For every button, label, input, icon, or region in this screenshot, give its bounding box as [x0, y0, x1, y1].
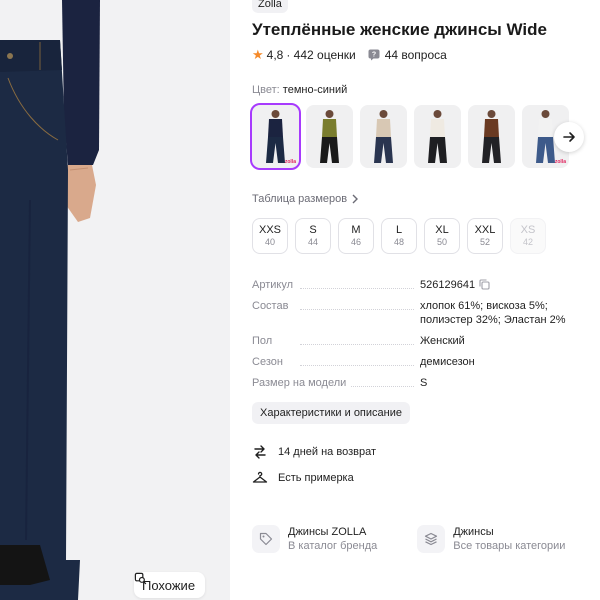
category-title: Джинсы	[453, 526, 494, 538]
size-ru: L	[395, 224, 403, 236]
category-link[interactable]: Джинсы Все товары категории	[417, 525, 565, 553]
spec-key: Пол	[252, 334, 420, 348]
color-label: Цвет: темно-синий	[252, 84, 348, 96]
star-icon: ★	[252, 47, 264, 62]
color-value: темно-синий	[282, 84, 348, 96]
product-photo[interactable]: Похожие	[0, 0, 230, 600]
brand-catalog-title: Джинсы ZOLLA	[288, 526, 367, 538]
swatch-model-image	[320, 110, 339, 163]
chevron-right-icon	[352, 194, 359, 204]
color-swatch-brown-scarf-black-jeans[interactable]	[468, 105, 515, 168]
spec-value: демисезон	[420, 356, 475, 368]
size-ru: XXL	[474, 224, 496, 236]
spec-value: S	[420, 377, 428, 389]
spec-value: хлопок 61%; вискоза 5%; полиэстер 32%; Э…	[420, 300, 566, 326]
size-option-xxs[interactable]: XXS 40	[252, 218, 288, 254]
similar-label: Похожие	[142, 577, 196, 593]
size-option-xs: XS 42	[510, 218, 546, 254]
size-eu: 46	[350, 237, 361, 247]
size-option-l[interactable]: L 48	[381, 218, 417, 254]
spec-value: Женский	[420, 335, 465, 347]
swatch-model-image	[374, 110, 393, 163]
product-info-panel: Zolla Утеплённые женские джинсы Wide ★ 4…	[250, 0, 600, 600]
similar-search-icon	[134, 572, 147, 585]
size-eu: 52	[479, 237, 490, 247]
size-ru: XS	[520, 224, 536, 236]
category-subtitle: Все товары категории	[453, 540, 566, 552]
color-swatch-dark-blue-jeans[interactable]: zolla	[250, 103, 301, 170]
product-title: Утеплённые женские джинсы Wide	[252, 20, 547, 39]
swatch-brand-mark: zolla	[284, 159, 296, 165]
svg-text:?: ?	[372, 52, 376, 59]
size-chart-label: Таблица размеров	[252, 193, 348, 205]
rating-row: ★ 4,8 · 442 оценки ? 44 вопроса	[252, 47, 447, 63]
swatch-brand-mark: zolla	[554, 159, 566, 165]
hanger-icon	[252, 471, 268, 483]
spec-key: Сезон	[252, 355, 420, 369]
size-eu: 48	[393, 237, 404, 247]
size-selector: XXS 40 S 44 M 46 L 48 XL 50 XXL 52 XS 42	[252, 218, 546, 254]
questions-count: 44 вопроса	[384, 48, 447, 62]
chat-question-icon: ?	[368, 49, 380, 61]
brand-catalog-link[interactable]: Джинсы ZOLLA В каталог бренда	[252, 525, 377, 553]
similar-button[interactable]: Похожие	[134, 572, 206, 598]
arrow-right-icon	[563, 132, 575, 142]
return-arrows-icon	[254, 445, 266, 459]
brand-badge[interactable]: Zolla	[252, 0, 288, 13]
stack-icon	[417, 525, 446, 553]
spec-row: Состав хлопок 61%; вискоза 5%; полиэстер …	[252, 299, 582, 327]
return-policy-label: 14 дней на возврат	[278, 446, 376, 458]
model-illustration	[0, 0, 230, 600]
color-swatches: zolla zolla	[250, 103, 569, 170]
brand-catalog-subtitle: В каталог бренда	[288, 540, 378, 552]
try-on-label: Есть примерка	[278, 472, 354, 484]
size-option-xl[interactable]: XL 50	[424, 218, 460, 254]
spec-row: Сезон демисезон	[252, 355, 582, 369]
size-eu: 42	[522, 237, 533, 247]
try-on[interactable]: Есть примерка	[252, 470, 354, 486]
size-ru: XXS	[258, 224, 281, 236]
copy-icon[interactable]	[479, 279, 490, 290]
color-swatch-white-sweater-black-jeans[interactable]	[414, 105, 461, 168]
rating-count[interactable]: · 442 оценки	[286, 48, 355, 62]
size-chart-link[interactable]: Таблица размеров	[252, 193, 359, 205]
size-ru: XL	[435, 224, 449, 236]
size-eu: 44	[307, 237, 318, 247]
spec-key: Размер на модели	[252, 376, 420, 390]
size-eu: 50	[436, 237, 447, 247]
size-option-s[interactable]: S 44	[295, 218, 331, 254]
color-swatch-olive-sweater-black-jeans[interactable]	[306, 105, 353, 168]
size-option-xxl[interactable]: XXL 52	[467, 218, 503, 254]
characteristics-button[interactable]: Характеристики и описание	[252, 402, 410, 424]
spec-key: Артикул	[252, 278, 420, 292]
spec-key: Состав	[252, 299, 420, 327]
rating-value[interactable]: 4,8	[267, 48, 284, 62]
size-ru: M	[351, 224, 361, 236]
catalog-links: Джинсы ZOLLA В каталог бренда Джинсы Все…	[252, 525, 565, 553]
color-swatch-beige-sweater-blue-jeans[interactable]	[360, 105, 407, 168]
swatch-model-image	[482, 110, 501, 163]
questions-link[interactable]: ? 44 вопроса	[368, 48, 447, 62]
spec-row: Артикул 526129641	[252, 278, 582, 292]
tag-icon	[252, 525, 280, 553]
specs-table: Артикул 526129641 Состав хлопок 61%; вискоз…	[252, 278, 582, 397]
spec-row: Пол Женский	[252, 334, 582, 348]
size-eu: 40	[264, 237, 275, 247]
return-policy[interactable]: 14 дней на возврат	[252, 444, 376, 460]
size-ru: S	[309, 224, 317, 236]
spec-value: 526129641	[420, 278, 582, 292]
swatches-next-button[interactable]	[554, 122, 584, 152]
swatch-model-image	[428, 110, 447, 163]
size-option-m[interactable]: M 46	[338, 218, 374, 254]
spec-row: Размер на модели S	[252, 376, 582, 390]
